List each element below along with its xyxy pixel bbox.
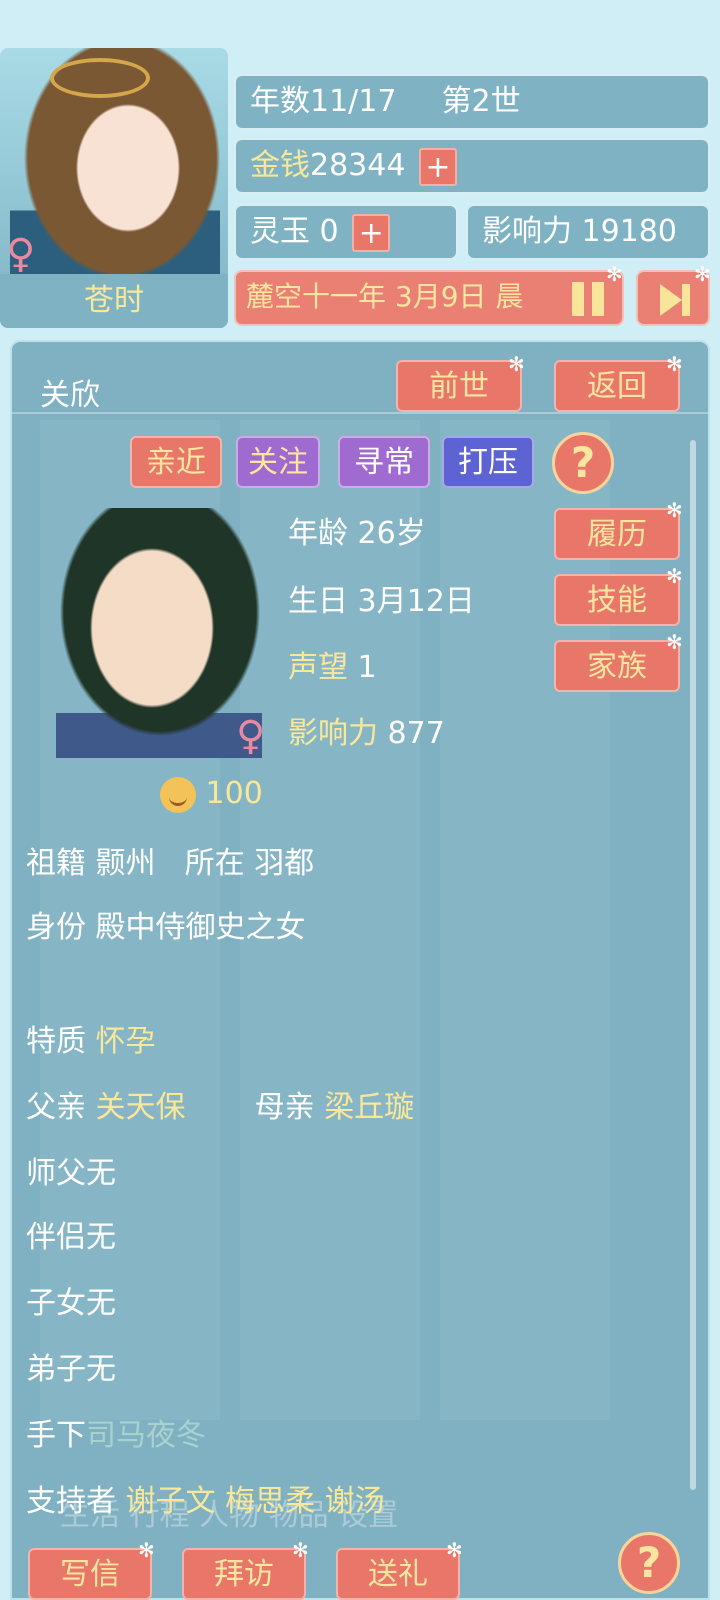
reputation-label: 声望 (288, 650, 348, 685)
age-row: 年龄 26岁 (288, 508, 426, 552)
back-button[interactable]: 返回 (554, 360, 680, 412)
female-icon: ♀ (6, 231, 36, 277)
smile-icon (160, 776, 196, 813)
jade-value: 0 (319, 214, 339, 249)
character-avatar (56, 508, 262, 758)
sparkle-icon: ✻ (138, 1538, 155, 1562)
scrollbar[interactable] (690, 440, 696, 1490)
money-value: 28344 (310, 148, 406, 183)
visit-button[interactable]: 拜访 (182, 1548, 306, 1600)
resume-button[interactable]: 履历 (554, 508, 680, 560)
trait-row: 特质 怀孕 (26, 1024, 156, 1059)
influence-label: 影响力 (482, 214, 572, 249)
sparkle-icon: ✻ (694, 262, 711, 286)
partner-row: 伴侣无 (26, 1220, 116, 1255)
birthday-value: 3月12日 (357, 584, 475, 619)
subordinate-link[interactable]: 司马夜冬 (86, 1418, 206, 1453)
sparkle-icon: ✻ (508, 352, 525, 376)
divider (12, 412, 708, 414)
sparkle-icon: ✻ (666, 352, 683, 376)
influence-bar: 影响力 19180 (466, 204, 710, 260)
year-bar: 年数11/17 第2世 (234, 74, 710, 130)
character-name: 关欣 (40, 378, 100, 413)
player-portrait (10, 48, 220, 280)
birthday-row: 生日 3月12日 (288, 576, 475, 620)
date-label: 麓空十一年 3月9日 晨 (246, 280, 524, 313)
influence-value: 19180 (581, 214, 677, 249)
age-label: 年龄 (288, 516, 348, 551)
subordinate-row: 手下司马夜冬 (26, 1418, 206, 1453)
sparkle-icon: ✻ (666, 498, 683, 522)
origin-row: 祖籍 颢州 所在 羽都 (26, 846, 315, 881)
mood-value: 100 (205, 776, 263, 811)
children-row: 子女无 (26, 1286, 116, 1321)
skip-icon (660, 284, 682, 316)
age-value: 26岁 (357, 516, 426, 551)
add-money-button[interactable]: + (418, 147, 457, 186)
reputation-row: 声望 1 (288, 642, 377, 686)
supporters-row: 支持者 谢子文 梅思柔 谢汤 (26, 1484, 385, 1519)
write-letter-button[interactable]: 写信 (28, 1548, 152, 1600)
identity-row: 身份 殿中侍御史之女 (26, 910, 306, 945)
skills-button[interactable]: 技能 (554, 574, 680, 626)
jade-label: 灵玉 (250, 214, 310, 249)
player-name: 苍时 (0, 274, 228, 328)
normal-attitude-button[interactable]: 寻常 (338, 436, 430, 488)
sparkle-icon: ✻ (666, 630, 683, 654)
trait-value[interactable]: 怀孕 (96, 1024, 156, 1059)
mood-row: 100 (160, 776, 263, 813)
pause-icon[interactable] (570, 282, 606, 316)
hair-ornament-icon (50, 58, 150, 98)
reputation-value: 1 (357, 650, 377, 685)
disciple-row: 弟子无 (26, 1352, 116, 1387)
supporters-list[interactable]: 谢子文 梅思柔 谢汤 (126, 1484, 385, 1519)
money-bar: 金钱28344 + (234, 138, 710, 194)
birthday-label: 生日 (288, 584, 348, 619)
money-label: 金钱 (250, 148, 310, 183)
close-attitude-button[interactable]: 亲近 (130, 436, 222, 488)
char-influence-label: 影响力 (288, 716, 378, 751)
jade-bar: 灵玉 0 + (234, 204, 458, 260)
influence-row: 影响力 877 (288, 708, 445, 752)
sparkle-icon: ✻ (292, 1538, 309, 1562)
gift-button[interactable]: 送礼 (336, 1548, 460, 1600)
suppress-attitude-button[interactable]: 打压 (442, 436, 534, 488)
family-button[interactable]: 家族 (554, 640, 680, 692)
generation-label: 第2世 (441, 84, 521, 119)
sparkle-icon: ✻ (606, 262, 623, 286)
master-row: 师父无 (26, 1156, 116, 1191)
follow-attitude-button[interactable]: 关注 (236, 436, 320, 488)
sparkle-icon: ✻ (666, 564, 683, 588)
mother-link[interactable]: 梁丘璇 (324, 1090, 414, 1125)
year-label: 年数11/17 (250, 84, 397, 119)
date-bar: 麓空十一年 3月9日 晨 (234, 270, 624, 326)
parents-row: 父亲 关天保 母亲 梁丘璇 (26, 1090, 415, 1125)
past-life-button[interactable]: 前世 (396, 360, 522, 412)
char-influence-value: 877 (387, 716, 445, 751)
female-icon: ♀ (236, 713, 266, 759)
sparkle-icon: ✻ (446, 1538, 463, 1562)
add-jade-button[interactable]: + (352, 213, 391, 252)
father-link[interactable]: 关天保 (96, 1090, 186, 1125)
help-icon[interactable]: ? (618, 1532, 680, 1594)
help-icon[interactable]: ? (552, 432, 614, 494)
